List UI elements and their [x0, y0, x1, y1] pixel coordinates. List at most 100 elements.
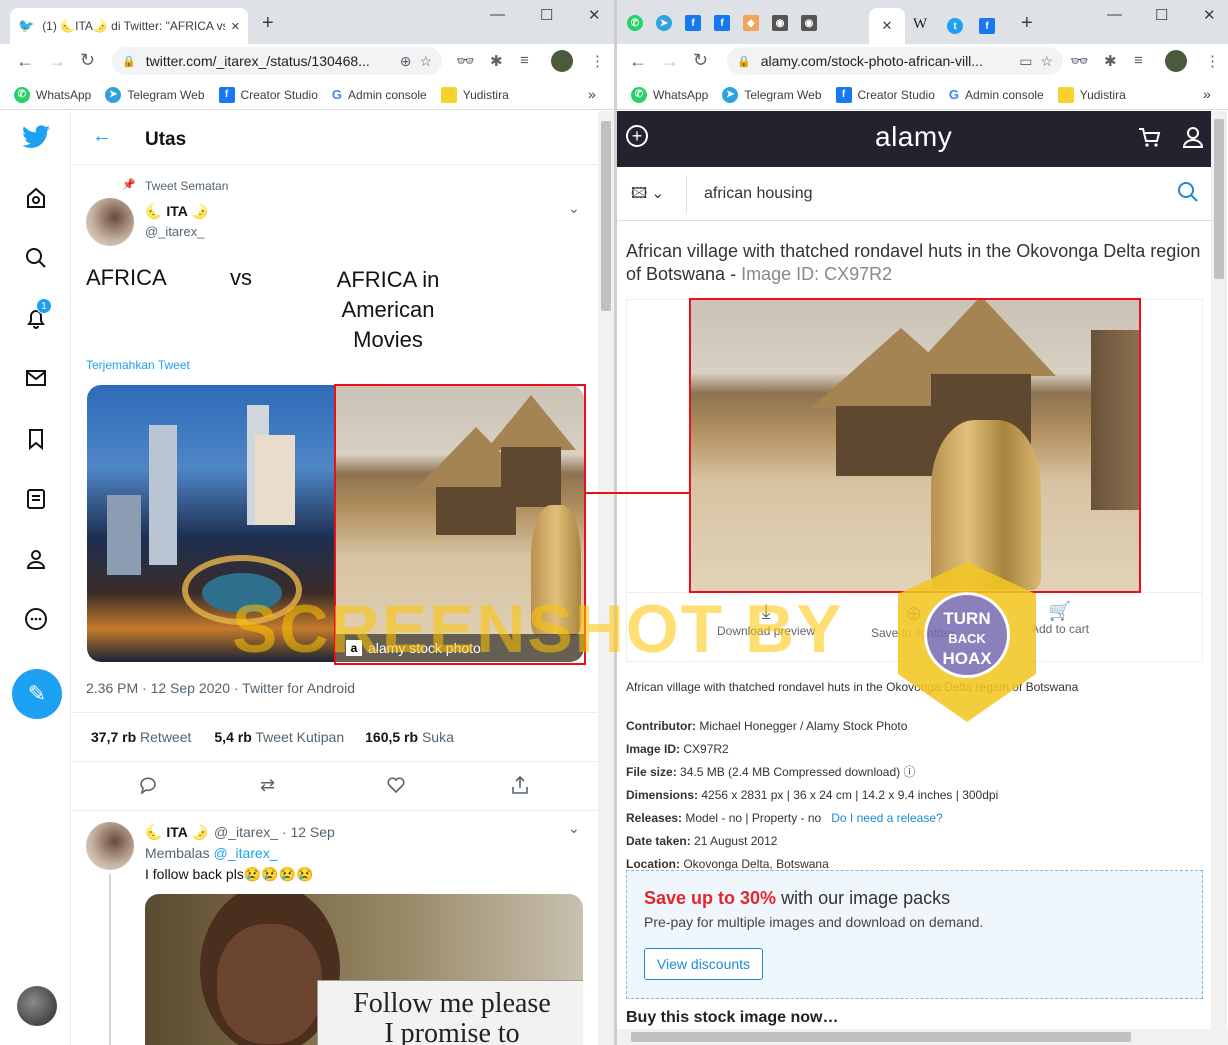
profile-avatar[interactable]	[551, 50, 573, 72]
reload-icon[interactable]: ↻	[693, 50, 708, 71]
view-discounts-button[interactable]: View discounts	[644, 948, 763, 980]
back-arrow-icon[interactable]: ←	[16, 51, 34, 72]
messages-mail-icon[interactable]	[22, 364, 50, 392]
scrollbar-left[interactable]	[598, 111, 614, 1045]
author-handle[interactable]: @_itarex_	[145, 224, 204, 239]
alamy-logo[interactable]: alamy	[875, 121, 952, 153]
stat-likes[interactable]: 160,5 rb Suka	[365, 729, 454, 745]
bookmark-yudistira[interactable]: ⚡ Yudistira	[440, 86, 509, 103]
stat-retweets[interactable]: 37,7 rb Retweet	[91, 729, 191, 745]
stat-quotes[interactable]: 5,4 rb Tweet Kutipan	[214, 729, 344, 745]
reply-avatar[interactable]	[86, 822, 134, 870]
scrollbar-right[interactable]	[1211, 111, 1227, 1031]
tab-twitter[interactable]: 🐦 (1) 🌜ITA🌛 di Twitter: "AFRICA vs ✕	[10, 8, 248, 44]
bookmark-creator-studio[interactable]: f Creator Studio	[218, 86, 318, 103]
image-search-type-icon[interactable]: 🖾 ⌄	[631, 183, 664, 208]
search-input[interactable]: african housing	[704, 185, 813, 203]
reading-list-icon[interactable]: ≡	[1134, 52, 1143, 69]
add-circle-icon[interactable]: +	[626, 125, 648, 147]
author-name[interactable]: 🌜 ITA 🌛	[145, 203, 209, 220]
wikipedia-tab-icon[interactable]: W	[913, 16, 927, 33]
facebook-tab-icon[interactable]: f	[685, 15, 701, 31]
add-to-cart-button[interactable]: 🛒 Add to cart	[1031, 601, 1089, 636]
bookmark-icon[interactable]	[22, 425, 50, 453]
forward-arrow-icon[interactable]: →	[661, 51, 679, 72]
forward-arrow-icon[interactable]: →	[48, 51, 66, 72]
cast-icon[interactable]: ▭	[1019, 53, 1032, 70]
author-avatar[interactable]	[86, 198, 134, 246]
more-icon[interactable]	[22, 605, 50, 633]
minimize-button[interactable]: —	[490, 6, 505, 23]
extensions-puzzle-icon[interactable]: ✱	[490, 52, 503, 70]
translate-link[interactable]: Terjemahkan Tweet	[86, 358, 190, 372]
address-bar[interactable]: 🔒 twitter.com/_itarex_/status/130468... …	[112, 47, 442, 75]
back-arrow-icon[interactable]: ←	[92, 125, 112, 148]
tab-alamy-active[interactable]: ✕	[869, 8, 905, 44]
address-bar[interactable]: 🔒 alamy.com/stock-photo-african-vill... …	[727, 47, 1063, 75]
add-icon[interactable]: ⊕	[400, 53, 412, 70]
maximize-button[interactable]: ☐	[540, 6, 553, 24]
star-icon[interactable]: ☆	[1040, 53, 1053, 70]
cart-icon[interactable]	[1137, 125, 1161, 154]
menu-dots-icon[interactable]: ⋮	[590, 52, 605, 70]
search-icon[interactable]	[1177, 181, 1199, 208]
like-heart-icon[interactable]	[386, 775, 406, 800]
minimize-button[interactable]: —	[1107, 6, 1122, 23]
more-bookmarks-icon[interactable]: »	[588, 86, 596, 102]
release-help-link[interactable]: Do I need a release?	[831, 811, 942, 825]
reply-options-chevron-icon[interactable]: ⌄	[568, 820, 580, 837]
bookmark-admin-console[interactable]: G Admin console	[949, 87, 1044, 102]
explore-hash-icon[interactable]	[22, 184, 50, 212]
twitter-tab-icon[interactable]: t	[947, 18, 963, 34]
notifications-bell-icon[interactable]: 1	[22, 298, 52, 332]
reply-handle-time[interactable]: @_itarex_ · 12 Sep	[214, 824, 335, 840]
reload-icon[interactable]: ↻	[80, 50, 95, 71]
horizontal-scrollbar[interactable]	[617, 1029, 1228, 1045]
star-icon[interactable]: ☆	[419, 53, 432, 70]
bookmark-admin-console[interactable]: G Admin console	[332, 87, 427, 102]
bookmark-whatsapp[interactable]: ✆ WhatsApp	[631, 86, 708, 103]
profile-icon[interactable]	[22, 545, 50, 573]
mask-tab-icon[interactable]: ◉	[772, 15, 788, 31]
extension-mask-icon[interactable]: 👓	[456, 52, 475, 70]
facebook-tab-icon[interactable]: f	[979, 18, 995, 34]
user-account-icon[interactable]	[1182, 125, 1204, 154]
lists-icon[interactable]	[22, 485, 50, 513]
reading-list-icon[interactable]: ≡	[520, 52, 529, 69]
profile-avatar[interactable]	[1165, 50, 1187, 72]
share-icon[interactable]	[510, 775, 530, 800]
extension-mask-icon[interactable]: 👓	[1070, 52, 1089, 70]
bookmark-telegram[interactable]: ➤ Telegram Web	[722, 86, 822, 103]
menu-dots-icon[interactable]: ⋮	[1205, 52, 1220, 70]
close-tab-icon[interactable]: ✕	[882, 18, 893, 34]
more-bookmarks-icon[interactable]: »	[1203, 86, 1211, 102]
whatsapp-tab-icon[interactable]: ✆	[627, 15, 643, 31]
close-window-button[interactable]: ✕	[588, 6, 601, 24]
diamond-tab-icon[interactable]: ◆	[743, 15, 759, 31]
twitter-logo-icon[interactable]	[22, 123, 50, 151]
new-tab-button[interactable]: +	[262, 12, 274, 35]
close-tab-icon[interactable]: ✕	[231, 20, 240, 33]
bookmark-whatsapp[interactable]: ✆ WhatsApp	[14, 86, 91, 103]
compose-tweet-button[interactable]: ✎	[12, 669, 62, 719]
bookmark-creator-studio[interactable]: f Creator Studio	[835, 86, 935, 103]
close-window-button[interactable]: ✕	[1203, 6, 1216, 24]
new-tab-button[interactable]: +	[1021, 12, 1033, 35]
telegram-tab-icon[interactable]: ➤	[656, 15, 672, 31]
extensions-puzzle-icon[interactable]: ✱	[1104, 52, 1117, 70]
mask-tab-icon[interactable]: ◉	[801, 15, 817, 31]
info-icon[interactable]: ⓘ	[903, 765, 915, 779]
account-avatar[interactable]	[17, 986, 57, 1026]
bookmark-telegram[interactable]: ➤ Telegram Web	[105, 86, 205, 103]
back-arrow-icon[interactable]: ←	[629, 51, 647, 72]
retweet-icon[interactable]: ⇄	[260, 775, 275, 796]
tweet-options-chevron-icon[interactable]: ⌄	[568, 200, 580, 217]
bookmark-yudistira[interactable]: ⚡ Yudistira	[1057, 86, 1126, 103]
maximize-button[interactable]: ☐	[1155, 6, 1168, 24]
facebook-tab-icon[interactable]: f	[714, 15, 730, 31]
search-icon[interactable]	[22, 244, 50, 272]
reply-icon[interactable]	[138, 775, 158, 800]
reply-author-name[interactable]: 🌜 ITA 🌛	[145, 824, 209, 841]
meme-image[interactable]: Follow me please I promise to	[145, 894, 583, 1045]
replying-to-link[interactable]: @_itarex_	[213, 845, 277, 861]
